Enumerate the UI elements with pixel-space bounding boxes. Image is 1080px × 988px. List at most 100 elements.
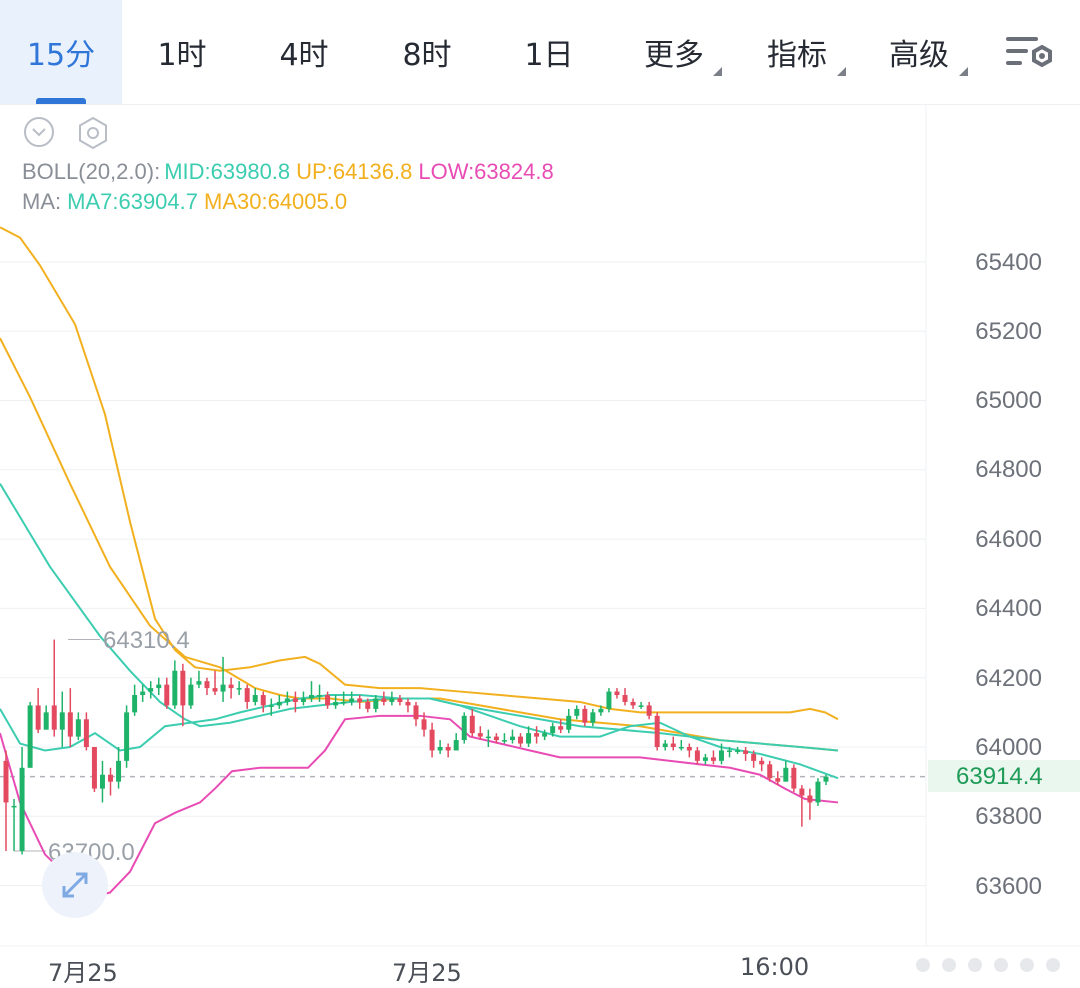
candle-body xyxy=(622,695,628,702)
candle-body xyxy=(799,788,805,796)
candle-body xyxy=(558,726,564,730)
candle-body xyxy=(325,695,331,706)
candle-body xyxy=(132,695,138,713)
y-axis-label: 63800 xyxy=(975,803,1042,830)
candle-body xyxy=(598,708,604,713)
ma7-value: MA7:63904.7 xyxy=(67,189,198,214)
candle-body xyxy=(43,712,49,730)
y-axis-label: 64400 xyxy=(975,595,1042,622)
ma30-value: MA30:64005.0 xyxy=(204,189,348,214)
x-axis-label: 7月25 xyxy=(392,959,462,987)
ma-legend: MA: MA7:63904.7 MA30:64005.0 xyxy=(22,189,353,215)
indicator-settings-icon[interactable] xyxy=(76,116,110,150)
x-axis-label: 16:00 xyxy=(740,953,810,981)
candle-body xyxy=(823,776,829,782)
candle-body xyxy=(3,760,9,803)
candle-body xyxy=(662,743,668,747)
candle-body xyxy=(35,705,41,730)
candle-body xyxy=(164,684,170,706)
candle-body xyxy=(783,767,789,782)
candle-body xyxy=(11,805,17,808)
candle-body xyxy=(638,705,644,707)
candle-body xyxy=(590,712,596,723)
max-price-annotation: 64310.4 xyxy=(103,627,190,654)
candle-body xyxy=(421,719,427,730)
candle-body xyxy=(196,681,202,685)
candle-body xyxy=(493,736,499,741)
candle-body xyxy=(349,698,355,702)
candle-body xyxy=(429,729,435,751)
boll-mid-value: MID:63980.8 xyxy=(164,159,291,184)
current-price-value: 63914.4 xyxy=(956,763,1043,790)
y-axis-label: 65000 xyxy=(975,387,1042,414)
candle-body xyxy=(815,781,821,803)
candle-body xyxy=(317,695,323,697)
candle-body xyxy=(759,760,765,765)
candle-body xyxy=(791,767,797,789)
candle-body xyxy=(308,695,314,699)
candle-body xyxy=(550,726,556,734)
ma-label: MA: xyxy=(22,189,62,214)
candle-body xyxy=(646,705,652,716)
candle-body xyxy=(807,795,813,803)
candle-body xyxy=(445,747,451,751)
candle-body xyxy=(91,747,97,789)
candle-body xyxy=(437,747,443,751)
candle-body xyxy=(614,691,620,696)
boll-legend: BOLL(20,2.0): MID:63980.8 UP:64136.8 LOW:63… xyxy=(22,159,560,185)
candle-body xyxy=(469,715,475,734)
candle-body xyxy=(718,750,724,761)
candle-body xyxy=(236,688,242,690)
candle-body xyxy=(542,733,548,737)
boll-mid-line xyxy=(0,483,839,752)
watermark-dots xyxy=(916,958,1066,974)
boll-low-value: LOW:63824.8 xyxy=(418,159,554,184)
y-axis-label: 64600 xyxy=(975,526,1042,553)
candle-body xyxy=(27,705,33,768)
y-axis-label: 65200 xyxy=(975,318,1042,345)
boll-label: BOLL(20,2.0): xyxy=(22,159,161,184)
candle-body xyxy=(292,698,298,702)
candle-body xyxy=(413,705,419,720)
candle-body xyxy=(526,733,532,744)
price-chart[interactable] xyxy=(0,0,1080,982)
candle-body xyxy=(381,698,387,702)
candle-body xyxy=(244,688,250,702)
candle-body xyxy=(373,698,379,709)
candle-body xyxy=(727,750,733,752)
candle-body xyxy=(59,712,65,730)
boll-up-value: UP:64136.8 xyxy=(296,159,413,184)
candle-body xyxy=(461,715,467,741)
candle-body xyxy=(405,701,411,706)
y-axis-label: 65400 xyxy=(975,249,1042,276)
candle-body xyxy=(172,670,178,706)
y-axis-label: 64000 xyxy=(975,734,1042,761)
candle-body xyxy=(212,688,218,692)
candle-body xyxy=(509,736,515,741)
candle-body xyxy=(188,684,194,706)
candle-body xyxy=(220,684,226,692)
candle-body xyxy=(767,764,773,779)
candle-body xyxy=(341,701,347,704)
candle-body xyxy=(204,681,210,689)
candle-body xyxy=(156,684,162,689)
candle-body xyxy=(300,698,306,702)
reset-zoom-button[interactable] xyxy=(42,852,108,918)
candle-body xyxy=(397,698,403,702)
candle-body xyxy=(51,705,57,730)
candle-body xyxy=(116,760,122,782)
candle-body xyxy=(108,774,114,782)
candle-body xyxy=(148,688,154,692)
candle-body xyxy=(566,715,572,730)
candle-body xyxy=(501,740,507,742)
candle-body xyxy=(694,750,700,761)
collapse-legend-button[interactable] xyxy=(24,117,54,147)
candle-body xyxy=(365,701,371,709)
candle-body xyxy=(678,747,684,749)
y-axis-label: 64200 xyxy=(975,665,1042,692)
candle-body xyxy=(268,705,274,707)
candle-body xyxy=(357,698,363,702)
candle-body xyxy=(702,757,708,761)
candle-body xyxy=(710,757,716,761)
candle-body xyxy=(735,750,741,752)
